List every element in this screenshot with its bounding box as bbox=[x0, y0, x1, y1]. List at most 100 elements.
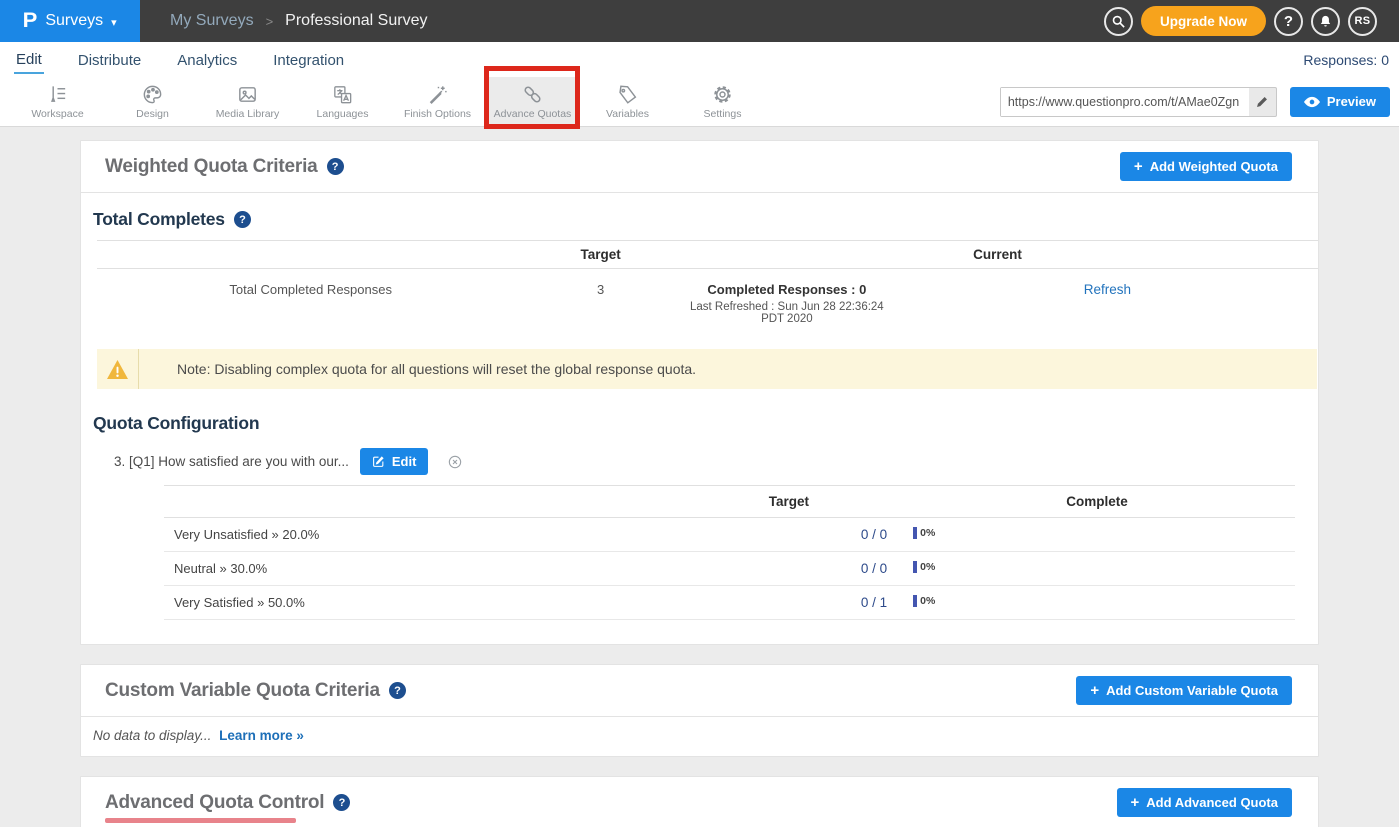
bell-icon bbox=[1318, 14, 1333, 29]
completed-responses-value: Completed Responses : 0 bbox=[677, 282, 897, 297]
tab-integration[interactable]: Integration bbox=[271, 46, 346, 73]
question-label: 3. [Q1] How satisfied are you with our..… bbox=[114, 454, 349, 469]
toolbar-item-variables[interactable]: Variables bbox=[580, 77, 675, 126]
tab-analytics[interactable]: Analytics bbox=[175, 46, 239, 73]
last-refreshed-timestamp: Last Refreshed : Sun Jun 28 22:36:24 PDT… bbox=[677, 301, 897, 325]
column-header-target: Target bbox=[524, 241, 677, 269]
quota-row-very-satisfied: Very Satisfied » 50.0% 0 / 1 0% bbox=[164, 586, 1295, 620]
plus-icon: + bbox=[1134, 158, 1143, 175]
help-icon[interactable]: ? bbox=[333, 794, 350, 811]
edit-url-button[interactable] bbox=[1249, 95, 1276, 109]
column-header-current: Current bbox=[677, 241, 1318, 269]
question-quota-row: 3. [Q1] How satisfied are you with our..… bbox=[114, 448, 1318, 475]
help-icon[interactable]: ? bbox=[327, 158, 344, 175]
refresh-link[interactable]: Refresh bbox=[1084, 282, 1131, 297]
responses-count: Responses: 0 bbox=[1303, 52, 1389, 68]
learn-more-link[interactable]: Learn more » bbox=[219, 728, 304, 743]
languages-icon bbox=[331, 83, 354, 106]
table-row: Total Completed Responses 3 Completed Re… bbox=[97, 269, 1318, 336]
note-banner: Note: Disabling complex quota for all qu… bbox=[97, 349, 1317, 389]
help-button[interactable]: ? bbox=[1274, 7, 1303, 36]
edit-toolbar: Workspace Design Media Library Languages… bbox=[0, 77, 1399, 127]
toolbar-item-design[interactable]: Design bbox=[105, 77, 200, 126]
workspace-icon bbox=[46, 83, 69, 106]
plus-icon: + bbox=[1131, 794, 1140, 811]
custom-variable-quota-title: Custom Variable Quota Criteria bbox=[105, 680, 380, 702]
add-advanced-quota-button[interactable]: + Add Advanced Quota bbox=[1117, 788, 1292, 817]
quota-row-neutral: Neutral » 30.0% 0 / 0 0% bbox=[164, 552, 1295, 586]
column-header-target: Target bbox=[679, 486, 900, 518]
survey-url-input[interactable] bbox=[1001, 88, 1249, 116]
add-custom-variable-quota-button[interactable]: + Add Custom Variable Quota bbox=[1076, 676, 1292, 705]
weighted-quota-header: Weighted Quota Criteria ? + Add Weighted… bbox=[81, 141, 1318, 193]
add-weighted-quota-button[interactable]: + Add Weighted Quota bbox=[1120, 152, 1292, 181]
remove-quota-icon[interactable] bbox=[447, 454, 463, 470]
survey-nav-tabs: Edit Distribute Analytics Integration Re… bbox=[0, 42, 1399, 77]
chevron-down-icon: ▾ bbox=[111, 16, 117, 29]
warning-icon bbox=[106, 359, 129, 380]
progress-bar bbox=[913, 561, 917, 573]
notifications-button[interactable] bbox=[1311, 7, 1340, 36]
quota-configuration-title: Quota Configuration bbox=[93, 413, 259, 434]
advanced-quota-title: Advanced Quota Control bbox=[105, 792, 324, 814]
total-completed-responses-label: Total Completed Responses bbox=[97, 269, 524, 336]
toolbar-right: Preview bbox=[1000, 77, 1399, 126]
questionpro-logo-icon: P bbox=[23, 9, 38, 33]
breadcrumb-my-surveys[interactable]: My Surveys bbox=[170, 12, 254, 30]
breadcrumb: My Surveys > Professional Survey bbox=[140, 0, 427, 42]
empty-state: No data to display... Learn more » bbox=[81, 717, 1318, 756]
search-button[interactable] bbox=[1104, 7, 1133, 36]
toolbar-item-settings[interactable]: Settings bbox=[675, 77, 770, 126]
help-icon[interactable]: ? bbox=[234, 211, 251, 228]
note-text: Note: Disabling complex quota for all qu… bbox=[177, 361, 696, 377]
total-completes-title: Total Completes bbox=[93, 209, 225, 230]
design-icon bbox=[141, 83, 164, 106]
avatar[interactable]: RS bbox=[1348, 7, 1377, 36]
media-library-icon bbox=[236, 83, 259, 106]
target-value: 3 bbox=[524, 269, 677, 336]
custom-variable-quota-card: Custom Variable Quota Criteria ? + Add C… bbox=[80, 664, 1319, 757]
weighted-quota-card: Weighted Quota Criteria ? + Add Weighted… bbox=[80, 140, 1319, 645]
surveys-menu[interactable]: P Surveys ▾ bbox=[0, 0, 140, 42]
finish-options-icon bbox=[426, 83, 449, 106]
advance-quotas-page: Weighted Quota Criteria ? + Add Weighted… bbox=[0, 127, 1399, 827]
toolbar-item-workspace[interactable]: Workspace bbox=[10, 77, 105, 126]
breadcrumb-current-survey: Professional Survey bbox=[285, 12, 427, 30]
eye-icon bbox=[1304, 96, 1320, 108]
topbar-actions: Upgrade Now ? RS bbox=[1104, 0, 1399, 42]
preview-button[interactable]: Preview bbox=[1290, 87, 1390, 117]
surveys-menu-label: Surveys bbox=[45, 12, 103, 30]
tab-edit[interactable]: Edit bbox=[14, 45, 44, 74]
weighted-quota-title: Weighted Quota Criteria bbox=[105, 156, 318, 178]
search-icon bbox=[1111, 14, 1126, 29]
toolbar-item-finish-options[interactable]: Finish Options bbox=[390, 77, 485, 126]
progress-bar bbox=[913, 595, 917, 607]
column-header-complete: Complete bbox=[899, 486, 1295, 518]
advanced-quota-card: Advanced Quota Control ? + Add Advanced … bbox=[80, 776, 1319, 827]
survey-url-box bbox=[1000, 87, 1277, 117]
settings-icon bbox=[711, 83, 734, 106]
toolbar-item-languages[interactable]: Languages bbox=[295, 77, 390, 126]
advance-quotas-icon bbox=[521, 83, 544, 106]
progress-bar bbox=[913, 527, 917, 539]
edit-icon bbox=[372, 455, 385, 468]
annotation-pink-underline bbox=[105, 818, 296, 823]
quota-row-very-unsatisfied: Very Unsatisfied » 20.0% 0 / 0 0% bbox=[164, 518, 1295, 552]
help-icon[interactable]: ? bbox=[389, 682, 406, 699]
toolbar-item-advance-quotas[interactable]: Advance Quotas bbox=[485, 77, 580, 126]
plus-icon: + bbox=[1090, 682, 1099, 699]
total-completes-table: Target Current Total Completed Responses… bbox=[97, 240, 1318, 335]
pencil-icon bbox=[1255, 95, 1269, 109]
custom-variable-quota-header: Custom Variable Quota Criteria ? + Add C… bbox=[81, 665, 1318, 717]
tab-distribute[interactable]: Distribute bbox=[76, 46, 143, 73]
current-cell: Completed Responses : 0 Last Refreshed :… bbox=[677, 269, 897, 336]
upgrade-now-button[interactable]: Upgrade Now bbox=[1141, 6, 1266, 36]
variables-icon bbox=[616, 83, 639, 106]
no-data-text: No data to display... bbox=[93, 728, 211, 743]
breadcrumb-separator: > bbox=[266, 14, 274, 29]
edit-question-quota-button[interactable]: Edit bbox=[360, 448, 429, 475]
questionpro-app: P Surveys ▾ My Surveys > Professional Su… bbox=[0, 0, 1399, 827]
advanced-quota-header: Advanced Quota Control ? + Add Advanced … bbox=[81, 777, 1318, 827]
toolbar-item-media-library[interactable]: Media Library bbox=[200, 77, 295, 126]
top-navbar: P Surveys ▾ My Surveys > Professional Su… bbox=[0, 0, 1399, 42]
